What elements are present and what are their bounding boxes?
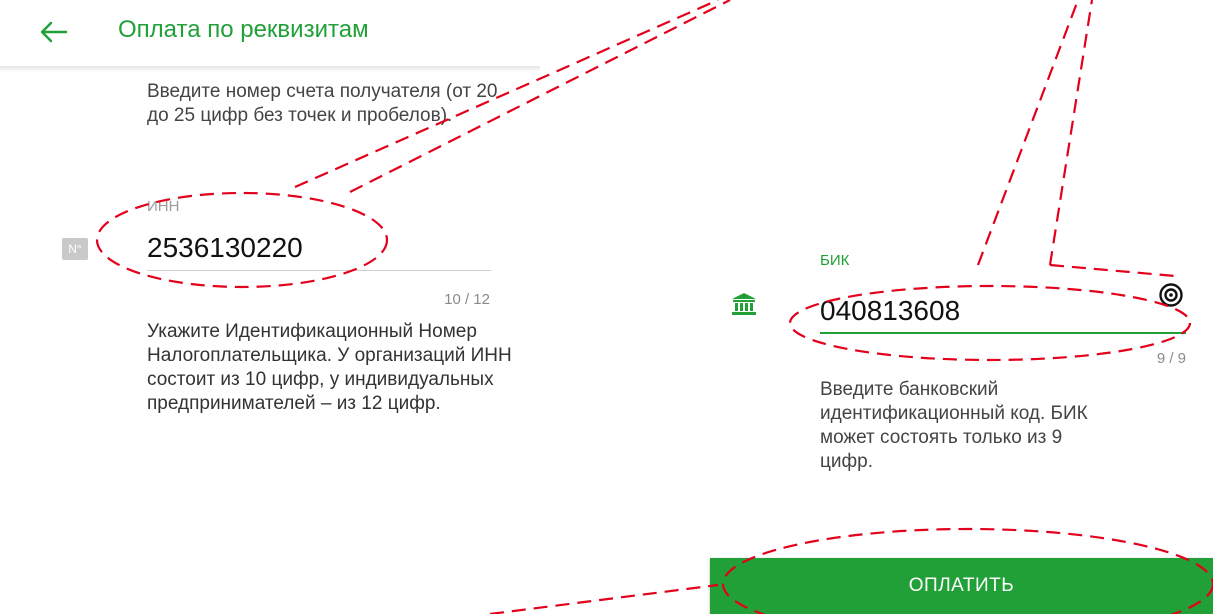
account-help-text: Введите номер счета получателя (от 20 до…	[147, 81, 498, 126]
bik-label: БИК	[820, 252, 850, 269]
bik-annotation-pointer	[976, 0, 1176, 278]
back-button[interactable]	[34, 14, 74, 50]
page-title: Оплата по реквизитам	[118, 16, 369, 43]
bik-help-text: Введите банковский идентификационный код…	[820, 379, 1088, 472]
inn-help-text: Укажите Идентификационный Номер Налогопл…	[147, 321, 512, 414]
bik-counter: 9 / 9	[1156, 350, 1186, 367]
bank-icon	[730, 290, 758, 318]
inn-underline	[147, 270, 491, 271]
arrow-left-icon	[40, 21, 68, 43]
header-divider	[0, 66, 540, 72]
pay-annotation-pointer	[489, 583, 719, 614]
number-icon: N°	[62, 238, 88, 260]
inn-counter: 10 / 12	[444, 291, 490, 308]
pay-button[interactable]: ОПЛАТИТЬ	[710, 558, 1213, 614]
bik-input[interactable]	[820, 290, 1150, 332]
inn-label: ИНН	[147, 198, 180, 215]
inn-input[interactable]	[147, 228, 491, 268]
target-icon[interactable]	[1158, 282, 1184, 308]
bik-underline	[820, 332, 1186, 334]
